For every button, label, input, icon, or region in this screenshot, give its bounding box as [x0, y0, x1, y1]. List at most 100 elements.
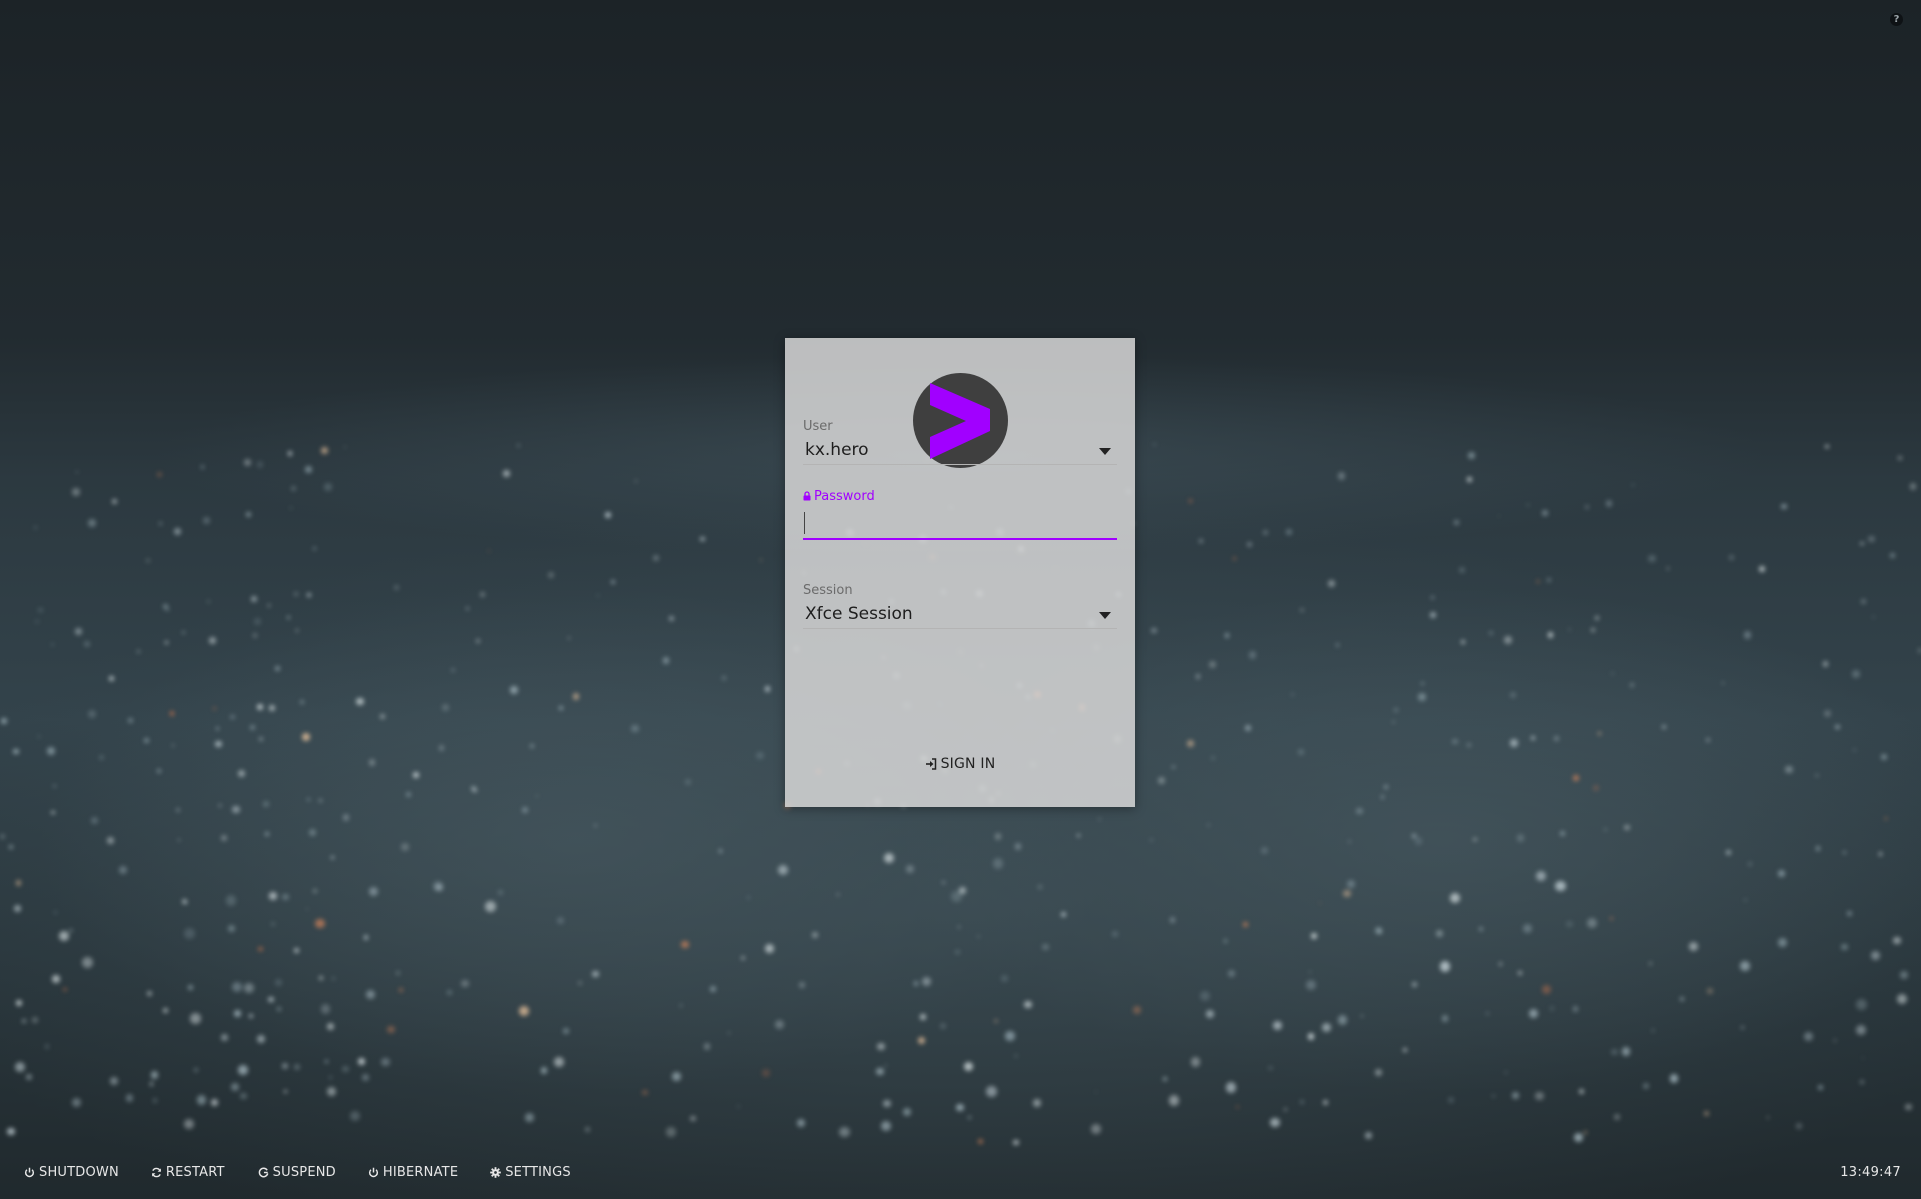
bokeh-light — [540, 1067, 548, 1074]
bokeh-light — [631, 724, 639, 733]
bokeh-light — [256, 1035, 265, 1044]
bokeh-light — [718, 849, 723, 853]
bokeh-light — [1815, 773, 1819, 778]
bokeh-light — [1614, 1114, 1620, 1120]
bokeh-light — [963, 1061, 974, 1072]
session-select[interactable]: Xfce Session — [803, 600, 1117, 629]
bokeh-light — [498, 889, 504, 895]
bokeh-light — [778, 864, 789, 875]
settings-button[interactable]: SETTINGS — [490, 1165, 571, 1180]
bokeh-light — [681, 940, 689, 949]
password-input[interactable] — [803, 506, 1117, 540]
bokeh-light — [256, 461, 264, 468]
bokeh-light — [194, 1068, 199, 1073]
bokeh-light — [1547, 632, 1554, 638]
bokeh-light — [562, 1028, 569, 1035]
bokeh-light — [503, 469, 511, 477]
bokeh-light — [1172, 765, 1175, 769]
bokeh-light — [75, 470, 79, 474]
bokeh-light — [268, 997, 274, 1003]
bokeh-light — [1721, 681, 1724, 684]
suspend-button[interactable]: SUSPEND — [258, 1165, 336, 1180]
bokeh-light — [1841, 943, 1848, 951]
bokeh-light — [1688, 941, 1698, 951]
suspend-icon — [258, 1167, 269, 1178]
bokeh-light — [1153, 442, 1157, 446]
bokeh-light — [1603, 827, 1607, 831]
bokeh-light — [16, 999, 23, 1006]
bokeh-light — [1151, 627, 1157, 633]
bokeh-light — [1246, 541, 1252, 547]
bokeh-light — [700, 536, 705, 542]
bokeh-light — [231, 805, 240, 814]
bokeh-light — [1485, 1012, 1489, 1016]
bokeh-light — [1898, 456, 1902, 460]
bokeh-light — [510, 686, 519, 695]
bokeh-light — [1038, 885, 1043, 890]
bokeh-light — [13, 748, 19, 755]
bokeh-light — [250, 595, 258, 603]
bokeh-light — [438, 745, 445, 751]
bokeh-light — [302, 733, 311, 742]
bokeh-light — [1479, 926, 1483, 931]
bokeh-light — [1091, 1124, 1102, 1134]
bokeh-light — [1632, 483, 1635, 486]
shutdown-button[interactable]: SHUTDOWN — [24, 1165, 119, 1180]
bokeh-light — [1578, 1088, 1585, 1094]
bokeh-light — [1804, 1031, 1813, 1041]
bokeh-light — [1572, 1006, 1579, 1012]
bokeh-light — [1225, 1082, 1237, 1093]
bokeh-light — [1526, 504, 1529, 507]
bokeh-light — [1847, 910, 1853, 916]
bokeh-light — [476, 638, 480, 643]
bokeh-light — [1380, 794, 1385, 799]
bokeh-light — [1611, 1048, 1618, 1056]
bokeh-light — [1497, 515, 1501, 518]
bokeh-light — [13, 904, 21, 912]
restart-button[interactable]: RESTART — [151, 1165, 225, 1180]
bokeh-light — [368, 887, 379, 897]
bokeh-light — [1460, 639, 1465, 644]
bokeh-light — [81, 956, 93, 968]
user-select[interactable]: kx.hero — [803, 436, 1117, 465]
bokeh-light — [1360, 1014, 1363, 1018]
bokeh-light — [258, 946, 263, 951]
bokeh-light — [321, 446, 329, 454]
bokeh-light — [308, 828, 317, 837]
bokeh-light — [605, 511, 612, 519]
login-card: User kx.hero Password Session Xfce Sessi… — [785, 338, 1135, 807]
bokeh-light — [175, 807, 181, 813]
bokeh-light — [1536, 580, 1540, 584]
bokeh-light — [662, 657, 670, 664]
bokeh-light — [294, 591, 299, 596]
bokeh-light — [883, 1099, 891, 1108]
bokeh-light — [184, 927, 195, 939]
bokeh-light — [1560, 830, 1566, 837]
sign-in-button[interactable]: SIGN IN — [785, 756, 1135, 772]
bokeh-light — [283, 1089, 287, 1093]
question-icon[interactable]: ? — [1890, 13, 1903, 26]
bokeh-light — [149, 1082, 154, 1087]
bokeh-light — [1834, 724, 1840, 730]
bokeh-light — [53, 784, 56, 788]
bokeh-light — [722, 675, 727, 680]
bokeh-light — [50, 642, 55, 647]
bokeh-light — [635, 479, 638, 482]
bokeh-light — [799, 982, 805, 989]
bokeh-light — [1273, 1020, 1283, 1030]
bokeh-light — [1878, 852, 1883, 856]
bokeh-light — [942, 880, 946, 884]
bokeh-light — [358, 1057, 366, 1065]
bokeh-light — [1223, 938, 1228, 943]
bokeh-light — [535, 795, 538, 798]
bokeh-light — [1744, 898, 1748, 902]
bokeh-light — [1451, 738, 1458, 745]
bokeh-light — [387, 1026, 395, 1034]
bokeh-light — [610, 579, 615, 585]
bokeh-light — [1766, 1116, 1770, 1119]
bokeh-light — [312, 547, 316, 551]
bokeh-light — [884, 1063, 888, 1067]
hibernate-button[interactable]: HIBERNATE — [368, 1165, 458, 1180]
bokeh-light — [1467, 477, 1472, 482]
bokeh-light — [1346, 880, 1355, 889]
